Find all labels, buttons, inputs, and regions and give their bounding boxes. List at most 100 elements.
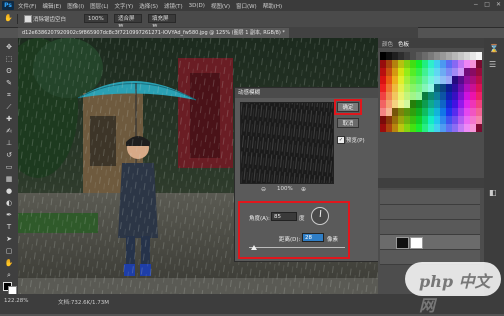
color-swatch[interactable] — [434, 108, 440, 116]
color-swatch[interactable] — [428, 92, 434, 100]
color-swatch[interactable] — [428, 124, 434, 132]
color-swatch[interactable] — [446, 52, 452, 60]
fit-screen-button[interactable]: 适合屏幕 — [114, 14, 142, 31]
color-swatch[interactable] — [386, 116, 392, 124]
color-swatch[interactable] — [404, 84, 410, 92]
healing-brush-tool-icon[interactable]: ✚ — [3, 114, 15, 124]
document-tab[interactable]: d12e6386207920902c9f865907dc8c3f72109972… — [18, 28, 289, 38]
color-swatch[interactable] — [476, 92, 482, 100]
zoom-in-icon[interactable]: ⊕ — [301, 186, 306, 193]
color-swatch[interactable] — [464, 92, 470, 100]
menu-layer[interactable]: 图层(L) — [90, 2, 108, 10]
quick-select-tool-icon[interactable]: ✎ — [3, 78, 15, 88]
color-swatch[interactable] — [470, 84, 476, 92]
crop-tool-icon[interactable]: ⌗ — [3, 90, 15, 100]
color-swatch[interactable] — [446, 84, 452, 92]
color-swatch[interactable] — [410, 92, 416, 100]
color-swatch[interactable] — [398, 84, 404, 92]
history-brush-tool-icon[interactable]: ↺ — [3, 150, 15, 160]
color-swatch[interactable] — [434, 52, 440, 60]
layer-row[interactable] — [380, 205, 480, 220]
color-swatch[interactable] — [476, 100, 482, 108]
color-swatch[interactable] — [422, 108, 428, 116]
color-swatch[interactable] — [422, 116, 428, 124]
color-swatch[interactable] — [386, 84, 392, 92]
hand-tool-icon[interactable]: ✋ — [4, 14, 14, 23]
color-swatch[interactable] — [440, 124, 446, 132]
color-swatch[interactable] — [464, 52, 470, 60]
color-swatch[interactable] — [398, 108, 404, 116]
color-swatch[interactable] — [404, 52, 410, 60]
color-swatch[interactable] — [440, 116, 446, 124]
color-swatch[interactable] — [428, 76, 434, 84]
color-swatch[interactable] — [452, 124, 458, 132]
color-swatch[interactable] — [404, 68, 410, 76]
color-swatch[interactable] — [476, 68, 482, 76]
color-swatch[interactable] — [440, 84, 446, 92]
color-swatch[interactable] — [434, 60, 440, 68]
color-swatch[interactable] — [434, 92, 440, 100]
color-swatch[interactable] — [422, 100, 428, 108]
shape-tool-icon[interactable]: ▢ — [3, 246, 15, 256]
color-swatch[interactable] — [434, 76, 440, 84]
menu-window[interactable]: 窗口(W) — [236, 2, 257, 10]
color-swatch[interactable] — [416, 124, 422, 132]
color-swatch[interactable] — [446, 108, 452, 116]
color-swatch[interactable] — [380, 116, 386, 124]
color-swatch[interactable] — [434, 100, 440, 108]
color-swatch[interactable] — [452, 108, 458, 116]
color-swatch[interactable] — [464, 60, 470, 68]
menu-select[interactable]: 选择(S) — [139, 2, 158, 10]
color-swatch[interactable] — [434, 68, 440, 76]
color-swatch[interactable] — [446, 92, 452, 100]
color-swatch[interactable] — [440, 52, 446, 60]
color-swatch[interactable] — [380, 68, 386, 76]
color-swatch[interactable] — [380, 84, 386, 92]
zoom-out-icon[interactable]: ⊖ — [261, 186, 266, 193]
brush-tool-icon[interactable]: ✍ — [3, 126, 15, 136]
color-swatch[interactable] — [392, 76, 398, 84]
color-swatch[interactable] — [458, 60, 464, 68]
path-select-tool-icon[interactable]: ➤ — [3, 234, 15, 244]
color-swatch[interactable] — [446, 124, 452, 132]
filter-preview[interactable] — [240, 102, 334, 184]
menu-3d[interactable]: 3D(D) — [189, 3, 205, 9]
color-swatch[interactable] — [458, 108, 464, 116]
color-swatch[interactable] — [404, 108, 410, 116]
zoom-level[interactable]: 122.28% — [4, 298, 28, 304]
color-swatch[interactable] — [392, 84, 398, 92]
color-swatch[interactable] — [476, 52, 482, 60]
color-swatch[interactable] — [386, 100, 392, 108]
color-swatch[interactable] — [428, 60, 434, 68]
color-swatch[interactable] — [410, 60, 416, 68]
dialog-title[interactable]: 动感模糊 — [235, 88, 381, 98]
color-swatch[interactable] — [380, 92, 386, 100]
color-swatch[interactable] — [458, 68, 464, 76]
color-swatch[interactable] — [398, 68, 404, 76]
color-swatch[interactable] — [392, 92, 398, 100]
move-tool-icon[interactable]: ✥ — [3, 42, 15, 52]
dodge-tool-icon[interactable]: ◐ — [3, 198, 15, 208]
color-swatch[interactable] — [416, 116, 422, 124]
zoom-100-button[interactable]: 100% — [84, 14, 108, 23]
color-swatch[interactable] — [440, 68, 446, 76]
color-swatch[interactable] — [386, 52, 392, 60]
cancel-button[interactable]: 取消 — [337, 118, 359, 128]
color-swatch[interactable] — [398, 52, 404, 60]
color-swatch[interactable] — [440, 108, 446, 116]
color-swatch[interactable] — [392, 108, 398, 116]
color-swatch[interactable] — [398, 116, 404, 124]
layer-row[interactable] — [380, 190, 480, 205]
zoom-tool-icon[interactable]: ⌕ — [3, 270, 15, 280]
color-swatch[interactable] — [464, 76, 470, 84]
color-swatch[interactable] — [452, 60, 458, 68]
color-swatch[interactable] — [434, 124, 440, 132]
color-swatch[interactable] — [470, 108, 476, 116]
color-swatch[interactable] — [380, 52, 386, 60]
color-swatch[interactable] — [476, 76, 482, 84]
blur-tool-icon[interactable]: ● — [3, 186, 15, 196]
minimize-icon[interactable]: − — [473, 1, 478, 8]
color-swatch[interactable] — [452, 76, 458, 84]
color-swatch[interactable] — [428, 116, 434, 124]
clone-stamp-tool-icon[interactable]: ⊥ — [3, 138, 15, 148]
